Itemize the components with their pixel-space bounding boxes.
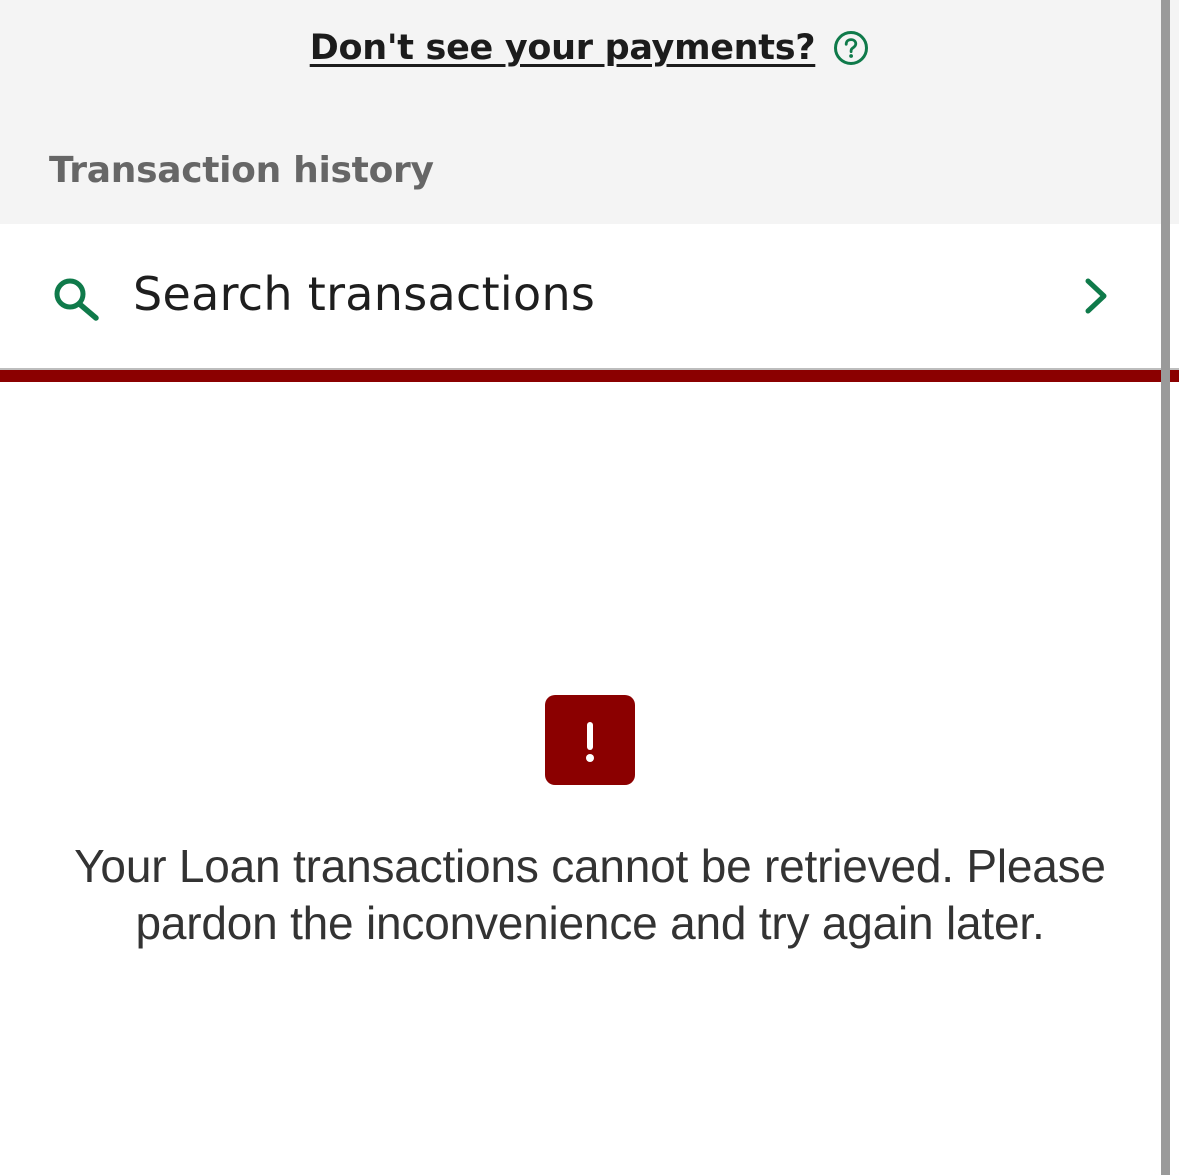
search-transactions-label: Search transactions (133, 267, 596, 321)
header-section: Don't see your payments? Transaction his… (0, 0, 1179, 224)
alert-icon (545, 695, 635, 785)
error-message: Your Loan transactions cannot be retriev… (74, 840, 1106, 949)
search-icon (52, 277, 102, 321)
transaction-history-screen: Don't see your payments? Transaction his… (0, 0, 1179, 1175)
search-transactions-row[interactable]: Search transactions (0, 224, 1161, 369)
payments-help-row[interactable]: Don't see your payments? (0, 28, 1179, 68)
dont-see-payments-link[interactable]: Don't see your payments? (310, 28, 816, 68)
scrollbar[interactable] (1161, 0, 1170, 1175)
chevron-right-icon (1082, 276, 1112, 316)
error-accent-bar (0, 370, 1179, 382)
transaction-history-title: Transaction history (49, 150, 434, 191)
help-circle-icon[interactable] (833, 30, 869, 66)
